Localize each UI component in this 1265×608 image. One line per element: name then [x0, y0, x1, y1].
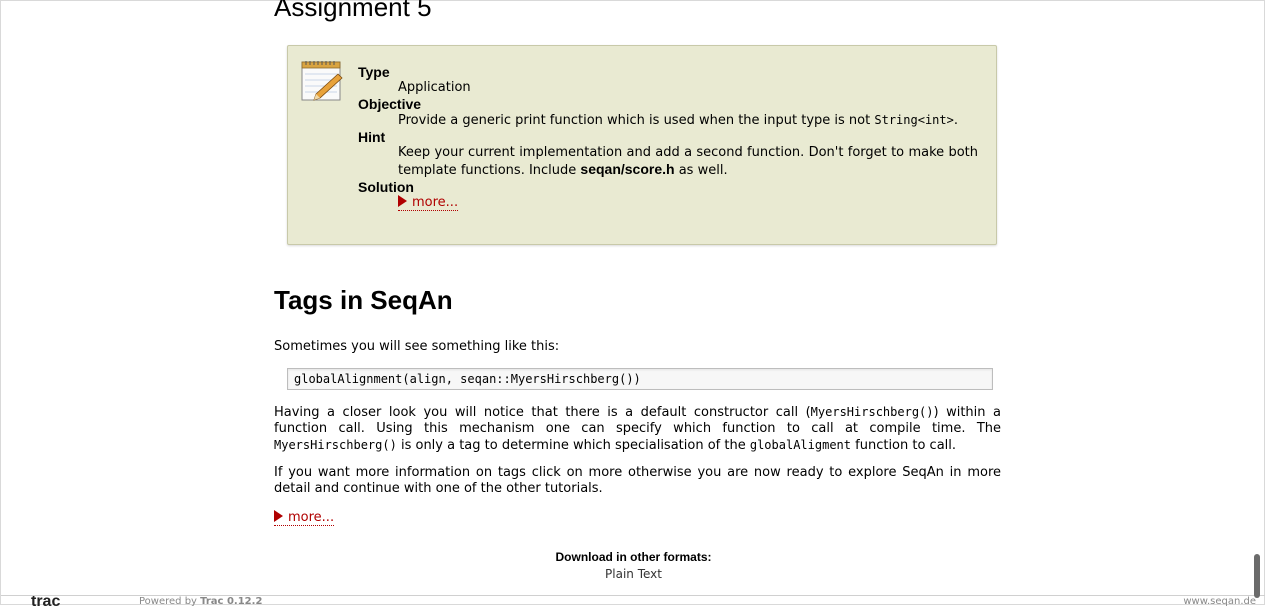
site-link[interactable]: www.seqan.de: [1183, 597, 1256, 607]
trac-version-link[interactable]: Trac 0.12.2: [200, 596, 262, 607]
assignment-heading: Assignment 5: [274, 0, 432, 22]
plain-text-link[interactable]: Plain Text: [605, 567, 662, 581]
tags-heading: Tags in SeqAn: [274, 285, 453, 315]
download-formats-label: Download in other formats:: [555, 550, 712, 564]
expand-arrow-icon: [398, 195, 407, 207]
tags-intro: Sometimes you will see something like th…: [274, 339, 560, 354]
type-value: Application: [398, 80, 471, 95]
hint-label: Hint: [358, 129, 386, 145]
notepad-pencil-icon: [301, 61, 343, 101]
footer: trac Powered by Trac 0.12.2 www.seqan.de: [1, 595, 1265, 608]
objective-code: String<int>: [874, 113, 954, 127]
tags-more-link[interactable]: more...: [274, 510, 335, 526]
code-block: globalAlignment(align, seqan::MyersHirsc…: [287, 368, 993, 390]
expand-arrow-icon: [274, 510, 283, 522]
vertical-scrollbar-thumb[interactable]: [1254, 554, 1260, 598]
assignment-box: Type Application Objective Provide a gen…: [287, 45, 997, 245]
trac-logo[interactable]: trac: [31, 596, 60, 607]
tags-paragraph-2: If you want more information on tags cli…: [274, 465, 1001, 496]
solution-more-link[interactable]: more...: [398, 195, 459, 211]
solution-label: Solution: [358, 179, 414, 195]
hint-header-file: seqan/score.h: [580, 161, 675, 177]
tags-paragraph-1: Having a closer look you will notice tha…: [274, 405, 1002, 453]
assignment-details: Type Application Objective Provide a gen…: [358, 64, 978, 211]
type-label: Type: [358, 64, 390, 80]
hint-text: Keep your current implementation and add…: [398, 145, 978, 178]
objective-text: Provide a generic print function which i…: [398, 113, 958, 128]
objective-label: Objective: [358, 96, 422, 112]
powered-by-text: Powered by Trac 0.12.2: [139, 596, 263, 607]
